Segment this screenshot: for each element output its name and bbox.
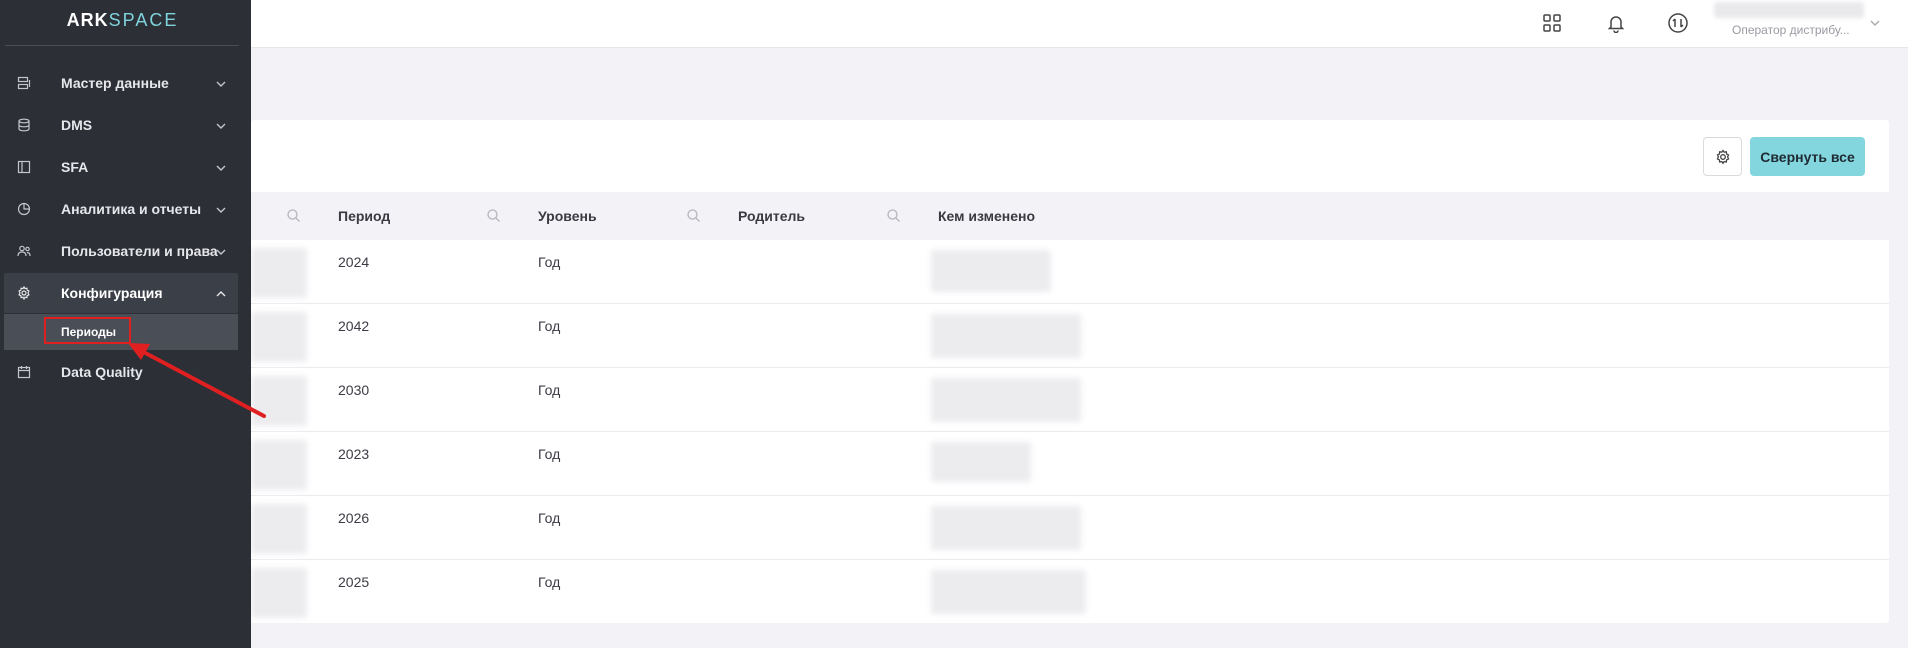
table-row[interactable]: 2042 Год: [251, 304, 1889, 368]
column-header-modified-by[interactable]: Кем изменено: [938, 192, 1035, 240]
column-header-level[interactable]: Уровень: [538, 192, 597, 240]
table-row[interactable]: 2030 Год: [251, 368, 1889, 432]
sidebar-item-analytics[interactable]: Аналитика и отчеты: [4, 189, 238, 229]
level-cell: Год: [538, 446, 561, 462]
sidebar-item-sfa[interactable]: SFA: [4, 147, 238, 187]
chevron-down-icon: [216, 249, 226, 255]
redacted-modified-by: [931, 250, 1051, 292]
chart-pie-icon: [17, 202, 31, 216]
table-header: Период Уровень Родитель Кем изменено: [251, 192, 1889, 240]
sidebar-item-label: Аналитика и отчеты: [61, 201, 202, 217]
annotation-highlight-box: [44, 317, 131, 344]
database-icon: [18, 118, 30, 132]
redacted-modified-by: [931, 570, 1086, 614]
table-toolbar: Свернуть все: [251, 120, 1889, 192]
column-header-parent[interactable]: Родитель: [738, 192, 805, 240]
sidebar-item-configuration[interactable]: Конфигурация: [4, 273, 238, 313]
sidebar-item-master-data[interactable]: Мастер данные: [4, 63, 238, 103]
redacted-cell: [251, 504, 307, 554]
sidebar-item-users[interactable]: Пользователи и права: [4, 231, 238, 271]
users-icon: [17, 245, 31, 257]
chevron-down-icon: [216, 81, 226, 87]
calendar-icon: [17, 366, 31, 379]
period-cell: 2025: [338, 574, 370, 590]
top-header: Оператор дистрибу...: [0, 0, 1908, 48]
sidebar-item-label: Конфигурация: [61, 285, 163, 301]
layout-icon: [17, 160, 31, 174]
master-data-icon: [17, 76, 31, 90]
table-row[interactable]: 2026 Год: [251, 496, 1889, 560]
level-cell: Год: [538, 254, 561, 270]
column-search-icon[interactable]: [286, 208, 301, 228]
logo-accent-text: SPACE: [108, 10, 179, 30]
table-row[interactable]: 2023 Год: [251, 432, 1889, 496]
level-cell: Год: [538, 510, 561, 526]
chevron-down-icon: [216, 123, 226, 129]
chevron-down-icon: [216, 165, 226, 171]
periods-table-card: Свернуть все Период Уровень Родитель Кем…: [251, 120, 1889, 623]
column-search-icon[interactable]: [486, 208, 501, 228]
collapse-all-button[interactable]: Свернуть все: [1750, 137, 1865, 176]
chevron-down-icon[interactable]: [1869, 16, 1881, 34]
user-role: Оператор дистрибу...: [1732, 23, 1850, 37]
app-logo[interactable]: ARKSPACE: [0, 10, 245, 31]
column-search-icon[interactable]: [686, 208, 701, 228]
chevron-down-icon: [216, 207, 226, 213]
gear-icon: [18, 286, 30, 300]
level-cell: Год: [538, 382, 561, 398]
redacted-cell: [251, 440, 307, 490]
period-cell: 2030: [338, 382, 370, 398]
level-cell: Год: [538, 574, 561, 590]
redacted-modified-by: [931, 378, 1081, 422]
column-search-icon[interactable]: [886, 208, 901, 228]
redacted-modified-by: [931, 506, 1081, 550]
logo-divider: [5, 45, 239, 46]
sidebar-item-label: Пользователи и права: [61, 243, 218, 259]
table-settings-button[interactable]: [1703, 137, 1742, 176]
period-cell: 2024: [338, 254, 370, 270]
user-menu[interactable]: Оператор дистрибу...: [1712, 0, 1908, 48]
redacted-modified-by: [931, 314, 1081, 358]
table-row[interactable]: 2024 Год: [251, 240, 1889, 304]
period-cell: 2023: [338, 446, 370, 462]
gear-icon: [1716, 148, 1729, 164]
table-row[interactable]: 2025 Год: [251, 560, 1889, 624]
period-cell: 2026: [338, 510, 370, 526]
sidebar-item-label: SFA: [61, 159, 89, 175]
redacted-modified-by: [931, 442, 1031, 482]
bell-icon[interactable]: [1603, 10, 1629, 36]
level-cell: Год: [538, 318, 561, 334]
period-cell: 2042: [338, 318, 370, 334]
sidebar-item-label: Мастер данные: [61, 75, 169, 91]
chevron-up-icon: [216, 291, 226, 297]
redacted-cell: [251, 568, 307, 618]
apps-grid-icon[interactable]: [1539, 10, 1565, 36]
user-name-redacted: [1714, 2, 1864, 18]
annotation-arrow: [128, 343, 266, 418]
logo-main-text: ARK: [66, 10, 109, 30]
sidebar-item-dms[interactable]: DMS: [4, 105, 238, 145]
redacted-cell: [251, 248, 307, 298]
sync-icon[interactable]: [1665, 10, 1691, 36]
sidebar-item-label: DMS: [61, 117, 93, 133]
column-header-period[interactable]: Период: [338, 192, 390, 240]
